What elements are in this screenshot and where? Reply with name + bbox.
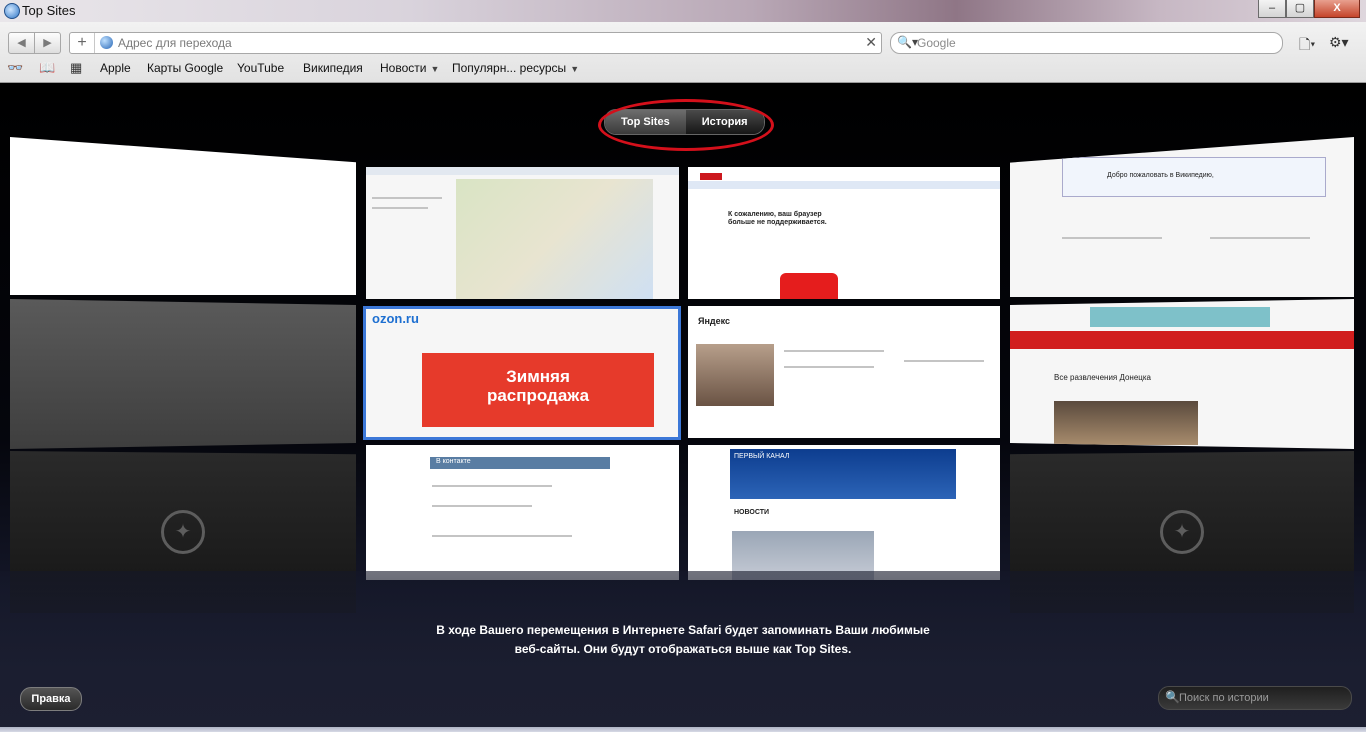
settings-gear-icon[interactable]: ⚙▾ [1329,34,1349,51]
text-line [432,485,552,487]
back-button[interactable]: ◀ [9,33,34,53]
text-line [784,350,884,352]
text-line [432,535,572,537]
vk-logo: В контакте [436,458,471,465]
bookmark-label: Популярн... ресурсы [452,61,567,75]
promo-banner: Зимняя распродажа [422,353,654,427]
top-site-tile-ozon[interactable]: ozon.ru Зимняя распродажа [363,306,681,440]
top-sites-message: В ходе Вашего перемещения в Интернете Sa… [383,621,983,659]
bookmark-google-maps[interactable]: Карты Google [147,61,223,75]
page-menu-icon[interactable]: 🗋▾ [1299,34,1315,58]
window-title: Top Sites [22,3,76,18]
ad-banner [1090,307,1270,327]
address-input[interactable] [118,33,858,53]
yandex-logo: Яндекс [698,316,731,326]
text-line [1062,237,1162,239]
top-sites-grid-icon[interactable]: ▦ [70,60,82,76]
bookmark-label: YouTube [237,61,285,75]
os-taskbar [0,727,1366,732]
clear-icon[interactable]: ✕ [865,34,877,51]
top-site-tile-placeholder[interactable] [10,299,356,449]
search-icon: 🔍 [1165,690,1180,704]
browser-warning: К сожалению, ваш браузер больше не подде… [728,211,827,227]
page-header [366,167,679,175]
address-bar: + ✕ [69,32,882,54]
warning-line: больше не поддерживается. [728,219,827,226]
page-header [688,181,1000,189]
site-title: Все развлечения Донецка [1054,373,1151,382]
red-annotation-circle [598,99,774,151]
message-line: В ходе Вашего перемещения в Интернете Sa… [436,623,930,637]
bookmark-label: Карты Google [147,61,224,75]
news-photo [1054,401,1198,445]
close-button[interactable]: X [1314,0,1360,18]
bookmark-youtube[interactable]: YouTube [237,61,284,75]
top-site-tile-1tv[interactable]: ПЕРВЫЙ КАНАЛ НОВОСТИ [688,445,1000,580]
title-bar: Top Sites – ▢ X [0,0,1366,22]
bookmark-wikipedia[interactable]: Википедия [303,61,363,75]
ozon-logo: ozon.ru [372,311,419,326]
safari-icon [4,3,20,19]
map-thumbnail [456,179,653,299]
edit-button[interactable]: Правка [20,687,82,711]
chevron-down-icon: ▼ [570,64,580,74]
minimize-button[interactable]: – [1258,0,1286,18]
promo-line: Зимняя [506,367,570,386]
news-header-text: ПЕРВЫЙ КАНАЛ [734,453,790,460]
search-input[interactable] [917,33,1267,53]
text-line [432,505,532,507]
search-icon[interactable]: 🔍▾ [897,35,918,49]
page-header [1010,331,1354,349]
history-search-input[interactable] [1179,687,1339,709]
search-bar: 🔍▾ [890,32,1283,54]
bookmark-label: Apple [100,61,131,75]
news-photo [696,344,774,406]
bookmark-label: Википедия [303,61,363,75]
bookmarks-book-icon[interactable]: 📖 [39,60,55,76]
chevron-down-icon: ▼ [430,64,440,74]
top-site-tile-yandex[interactable]: Яндекс [688,306,1000,438]
window-controls: – ▢ X [1258,0,1360,18]
top-site-tile-donetsk[interactable]: Все развлечения Донецка [1010,299,1354,449]
compass-icon: ✦ [161,510,205,554]
top-sites-view: Top Sites История ✦ ozon.ru Зимняя распр… [0,83,1366,732]
forward-button[interactable]: ▶ [34,33,60,53]
text-line [904,360,984,362]
youtube-logo [700,173,722,180]
history-search: 🔍 [1158,686,1352,710]
top-site-tile-google-maps[interactable] [366,167,679,299]
add-bookmark-button[interactable]: + [70,33,95,53]
bookmarks-bar: 👓 📖 ▦ Apple Карты Google YouTube Википед… [0,59,1366,79]
text-line [1210,237,1310,239]
message-line: веб-сайты. Они будут отображаться выше к… [514,642,852,656]
top-site-tile-wikipedia[interactable]: Добро пожаловать в Википедию, [1010,137,1354,297]
maximize-button[interactable]: ▢ [1286,0,1314,18]
youtube-play-icon [780,273,838,299]
top-site-tile-empty[interactable] [10,137,356,295]
globe-icon [100,36,113,49]
nav-buttons: ◀ ▶ [8,32,61,54]
warning-line: К сожалению, ваш браузер [728,211,822,218]
promo-line: распродажа [486,386,590,405]
compass-icon: ✦ [1160,510,1204,554]
toolbar: ◀ ▶ + ✕ 🔍▾ 🗋▾ ⚙▾ 👓 📖 ▦ Apple Карты Googl… [0,22,1366,83]
bookmark-folder-news[interactable]: Новости ▼ [380,61,439,75]
text-line [372,207,428,209]
top-site-tile-vkontakte[interactable]: В контакте [366,445,679,580]
bookmark-folder-popular[interactable]: Популярн... ресурсы ▼ [452,61,579,75]
wiki-welcome: Добро пожаловать в Википедию, [1062,157,1326,197]
bookmark-label: Новости [380,61,427,75]
text-line [784,366,874,368]
top-site-tile-youtube[interactable]: К сожалению, ваш браузер больше не подде… [688,167,1000,299]
news-section: НОВОСТИ [734,509,770,516]
reading-list-icon[interactable]: 👓 [7,60,23,76]
wiki-text: Добро пожаловать в Википедию, [1107,172,1214,179]
page-header: ПЕРВЫЙ КАНАЛ [730,449,956,499]
bookmark-apple[interactable]: Apple [100,61,131,75]
text-line [372,197,442,199]
